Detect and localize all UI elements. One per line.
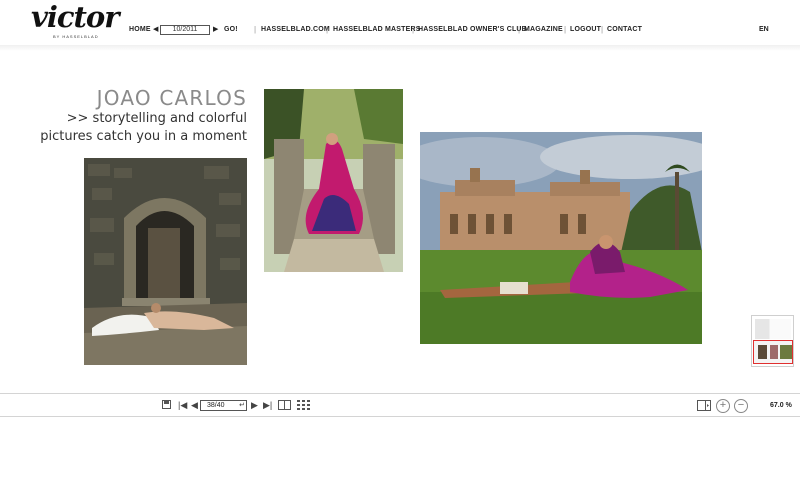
reader-toolbar: |◀ ◀ 38/40 ↵ ▶ ▶| + − 67.0 % bbox=[0, 393, 800, 417]
page-number-input[interactable]: 38/40 ↵ bbox=[200, 400, 247, 411]
logo-subtext: BY HASSELBLAD bbox=[53, 34, 99, 39]
top-navigation-bar: victor BY HASSELBLAD HOME ◀ 10/2011 ▶ GO… bbox=[0, 0, 800, 51]
nav-separator: | bbox=[326, 25, 329, 34]
stairs-gown-photo bbox=[264, 89, 403, 272]
next-page-icon[interactable]: ▶ bbox=[251, 400, 258, 410]
nav-link-owners-club[interactable]: HASSELBLAD OWNER'S CLUB bbox=[418, 26, 527, 33]
zoom-in-icon[interactable]: + bbox=[716, 399, 730, 413]
nav-link-logout[interactable]: LOGOUT bbox=[570, 26, 601, 33]
zoom-level-readout: 67.0 % bbox=[770, 402, 792, 409]
nav-link-contact[interactable]: CONTACT bbox=[607, 26, 642, 33]
next-issue-arrow-icon[interactable]: ▶ bbox=[213, 25, 218, 33]
first-page-icon[interactable]: |◀ bbox=[178, 400, 187, 410]
nav-link-hasselblad-com[interactable]: HASSELBLAD.COM bbox=[261, 26, 330, 33]
tagline-line-2: pictures catch you in a moment bbox=[40, 129, 247, 144]
thumbnail-current-spread[interactable] bbox=[753, 340, 793, 364]
nav-home-link[interactable]: HOME bbox=[129, 26, 151, 33]
page-thumbnail-navigator[interactable] bbox=[751, 315, 794, 367]
nav-link-hasselblad-masters[interactable]: HASSELBLAD MASTERS bbox=[333, 26, 421, 33]
save-icon[interactable] bbox=[162, 400, 171, 411]
nav-go-button[interactable]: GO! bbox=[224, 26, 238, 33]
thumbnail-previous-spread[interactable] bbox=[755, 319, 791, 339]
page-number-value: 38/40 bbox=[207, 402, 225, 409]
nav-separator: | bbox=[564, 25, 567, 34]
fit-width-icon[interactable] bbox=[697, 400, 711, 413]
language-selector[interactable]: EN bbox=[759, 26, 769, 33]
logo-wordmark: victor bbox=[31, 0, 120, 34]
nav-separator: | bbox=[518, 25, 521, 34]
nav-separator: | bbox=[412, 25, 415, 34]
nav-separator: | bbox=[601, 25, 604, 34]
photographer-name: JOAO CARLOS bbox=[96, 86, 247, 110]
victor-logo[interactable]: victor BY HASSELBLAD bbox=[31, 0, 127, 40]
prev-page-icon[interactable]: ◀ bbox=[191, 400, 198, 410]
tagline-line-1: >> storytelling and colorful bbox=[66, 111, 247, 126]
go-to-page-icon[interactable]: ↵ bbox=[239, 401, 245, 410]
nav-separator: | bbox=[254, 25, 257, 34]
palace-lawn-photo bbox=[420, 132, 702, 344]
prev-issue-arrow-icon[interactable]: ◀ bbox=[153, 25, 158, 33]
ruins-doorway-photo bbox=[84, 158, 247, 365]
single-page-view-icon[interactable] bbox=[278, 400, 291, 412]
last-page-icon[interactable]: ▶| bbox=[263, 400, 272, 410]
issue-selector-input[interactable]: 10/2011 bbox=[160, 25, 210, 35]
grid-view-icon[interactable] bbox=[297, 400, 310, 412]
nav-link-magazine[interactable]: MAGAZINE bbox=[524, 26, 563, 33]
zoom-out-icon[interactable]: − bbox=[734, 399, 748, 413]
